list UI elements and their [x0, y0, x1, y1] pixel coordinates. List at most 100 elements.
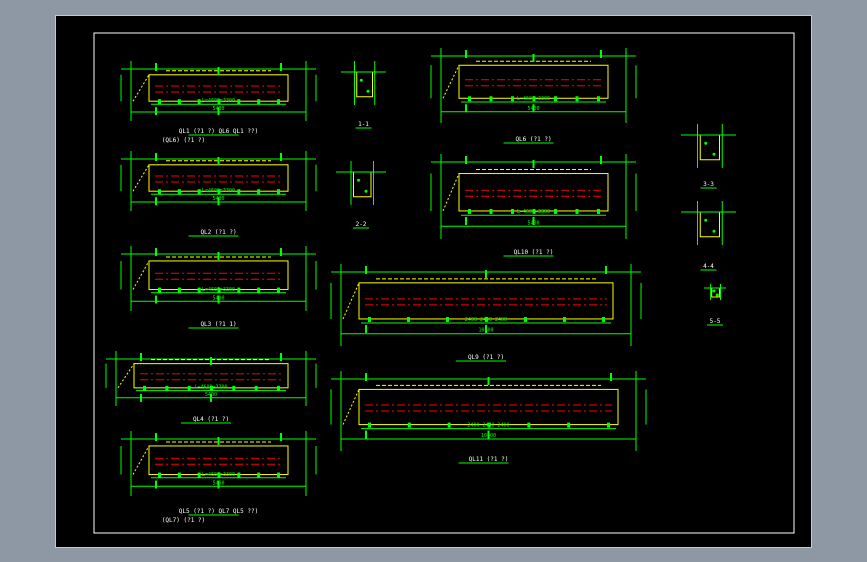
section-cut-mark	[532, 160, 535, 168]
stirrup-mark	[254, 385, 258, 391]
section-2-2: 2-2	[336, 161, 386, 229]
length-label: 5400	[527, 106, 539, 112]
section-5-5: 5-5	[704, 284, 726, 326]
cad-drawing: L=4600=33005400QL1 (?1 ?) QL6 QL1 ??)(QL…	[93, 32, 795, 534]
stirrup-mark	[447, 422, 451, 428]
section-cut-mark	[217, 157, 220, 165]
section-cut-mark	[365, 324, 367, 333]
stirrup-mark	[143, 385, 146, 391]
stirrup-mark	[158, 99, 161, 105]
span-label: L=4600=3300	[202, 188, 235, 194]
stirrup-mark	[407, 316, 410, 322]
rebar-dot	[366, 89, 370, 93]
length-label: 5400	[212, 295, 224, 301]
section-cut-mark	[155, 433, 157, 441]
rebar-dot	[715, 293, 719, 297]
rebar-dot	[712, 229, 716, 233]
concrete-outline	[358, 388, 619, 426]
section-1-1: 1-1	[341, 61, 386, 129]
section-outline	[699, 134, 720, 161]
section-title: 3-3	[703, 181, 714, 188]
section-cut-mark	[217, 437, 220, 445]
rebar-dot	[364, 189, 368, 193]
stirrup-mark	[237, 287, 241, 293]
stirrup-mark	[575, 96, 579, 102]
chamfer-line	[442, 65, 460, 99]
rebar-dot	[704, 218, 708, 222]
stirrup-mark	[197, 189, 201, 195]
section-cut-mark	[487, 377, 490, 385]
stirrup-mark	[257, 99, 261, 105]
section-cut-mark	[155, 107, 157, 116]
section-cut-mark	[217, 252, 220, 260]
stirrup-mark	[597, 208, 600, 214]
beam-ql1: L=4600=3300 5400 QL1 (?1 ?) QL6 QL1 ??) (QL…	[120, 61, 317, 144]
section-cut-mark	[155, 63, 157, 71]
stirrup-mark	[237, 189, 241, 195]
stirrup-mark	[177, 472, 181, 478]
beam-title: QL11 (?1 ?)	[469, 456, 509, 463]
section-cut-mark	[280, 353, 282, 361]
stirrup-mark	[158, 472, 161, 478]
stirrup-mark	[158, 287, 161, 293]
beam-ql2: L=4600=3300 5400 QL2 (?1 ?)	[120, 151, 317, 237]
rebar-dot	[704, 141, 708, 145]
section-cut-mark	[465, 50, 467, 58]
stirrup-mark	[607, 422, 610, 428]
section-cut-mark	[465, 216, 467, 225]
beam-title: QL4 (?1 ?)	[193, 416, 229, 423]
concrete-outline	[458, 173, 609, 212]
beam-title: QL10 (?1 ?)	[514, 249, 554, 256]
section-cut-mark	[280, 433, 282, 441]
stirrup-mark	[277, 287, 280, 293]
section-outline	[353, 171, 372, 198]
section-cut-mark	[605, 266, 607, 274]
beam-ql6: L=4600=3300 5400 QL6 (?1 ?)	[430, 48, 637, 144]
section-cut-mark	[532, 54, 535, 62]
length-label: 5400	[212, 196, 224, 202]
stirrup-mark	[368, 316, 371, 322]
section-cut-mark	[280, 153, 282, 161]
rebar-dot	[359, 78, 363, 82]
section-cut-mark	[610, 373, 612, 381]
concrete-outline	[148, 445, 289, 476]
beam-title: QL5 (?1 ?) QL7 QL5 ??)	[179, 508, 258, 515]
beam-title: QL9 (?1 ?)	[468, 354, 504, 361]
chamfer-line	[132, 164, 150, 192]
section-cut-mark	[155, 248, 157, 256]
span-label: L=4600=3300	[202, 287, 235, 293]
stirrup-mark	[237, 99, 241, 105]
stirrup-mark	[511, 208, 514, 214]
beam-ql10: L=4600=3300 5400 QL10 (?1 ?)	[430, 154, 637, 257]
section-cut-mark	[155, 480, 157, 489]
stirrup-mark	[563, 316, 566, 322]
stirrup-mark	[257, 189, 261, 195]
stirrup-mark	[602, 316, 605, 322]
beam-ql11: 2400 2400 2400 10400 QL11 (?1 ?)	[330, 371, 647, 464]
stirrup-mark	[277, 385, 280, 391]
section-cut-mark	[155, 295, 157, 304]
chamfer-line	[132, 74, 150, 102]
section-cut-mark	[217, 67, 220, 75]
span-label: 2400 2400 2400	[465, 317, 507, 323]
chamfer-line	[342, 282, 360, 320]
drawing-sheet: L=4600=3300 5400 QL1 (?1 ?) QL6 QL1 ??) (QL…	[55, 15, 812, 548]
beam-subtitle: (QL7) (?1 ?)	[162, 517, 205, 524]
section-title: 1-1	[358, 121, 369, 128]
stirrup-mark	[158, 189, 161, 195]
stirrup-mark	[554, 208, 557, 214]
stirrup-mark	[232, 385, 236, 391]
stirrup-mark	[277, 99, 280, 105]
stirrup-mark	[554, 96, 557, 102]
section-title: 5-5	[710, 318, 721, 325]
section-cut-mark	[155, 153, 157, 161]
section-cut-mark	[365, 430, 367, 439]
rebar-dot	[357, 178, 360, 182]
section-cut-mark	[140, 393, 142, 402]
section-cut-mark	[280, 248, 282, 256]
length-label: 10400	[478, 328, 493, 334]
concrete-outline	[148, 260, 289, 291]
beam-ql5: L=4600=3300 5400 QL5 (?1 ?) QL7 QL5 ??) (QL…	[120, 431, 317, 524]
section-4-4: 4-4	[681, 201, 736, 271]
concrete-outline	[458, 64, 609, 99]
